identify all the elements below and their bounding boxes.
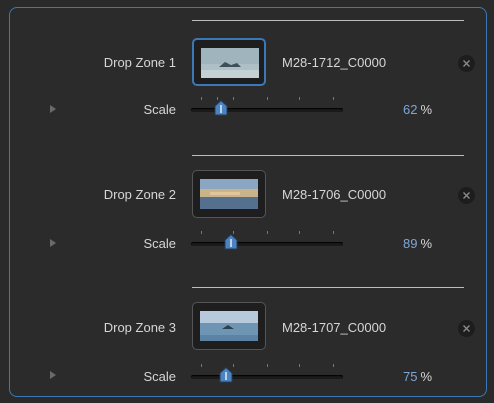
- scale-number: 75: [402, 369, 418, 384]
- scale-unit: %: [420, 236, 432, 251]
- slider-tick: [333, 231, 334, 234]
- slider-tick: [267, 364, 268, 367]
- slider-track: [191, 242, 343, 246]
- clip-name: M28-1707_C0000: [282, 320, 387, 335]
- drop-zone-well[interactable]: [192, 302, 266, 350]
- slider-tick: [299, 364, 300, 367]
- slider-tick: [201, 231, 202, 234]
- slider-tick: [299, 231, 300, 234]
- slider-tick: [233, 364, 234, 367]
- drop-zone-label: Drop Zone 2: [103, 187, 176, 202]
- slider-thumb-icon[interactable]: [224, 234, 238, 250]
- scale-value[interactable]: 75%: [403, 369, 432, 384]
- divider: [192, 155, 464, 156]
- clip-thumbnail: [200, 179, 258, 209]
- slider-tick: [201, 364, 202, 367]
- disclosure-triangle-icon[interactable]: [50, 371, 56, 379]
- scale-slider[interactable]: [191, 363, 343, 383]
- scale-label: Scale: [143, 236, 176, 251]
- slider-track: [191, 375, 343, 379]
- clip-name: M28-1706_C0000: [282, 187, 387, 202]
- slider-thumb-icon[interactable]: [219, 367, 233, 383]
- slider-tick: [267, 231, 268, 234]
- disclosure-triangle-icon[interactable]: [50, 239, 56, 247]
- drop-zone-label: Drop Zone 3: [103, 320, 176, 335]
- x-circle-icon: [463, 325, 470, 332]
- drop-zone-well[interactable]: [192, 170, 266, 218]
- clip-thumbnail: [200, 311, 258, 341]
- divider: [192, 287, 464, 288]
- scale-number: 89: [402, 236, 418, 251]
- scale-label: Scale: [143, 369, 176, 384]
- slider-tick: [333, 364, 334, 367]
- remove-clip-button[interactable]: [458, 320, 475, 337]
- remove-clip-button[interactable]: [458, 187, 475, 204]
- scale-value[interactable]: 89%: [403, 236, 432, 251]
- drop-zone-3: Drop Zone 3 M28-1707_C0000 Scale 75%: [0, 0, 494, 384]
- x-circle-icon: [463, 192, 470, 199]
- scale-unit: %: [420, 369, 432, 384]
- scale-slider[interactable]: [191, 230, 343, 250]
